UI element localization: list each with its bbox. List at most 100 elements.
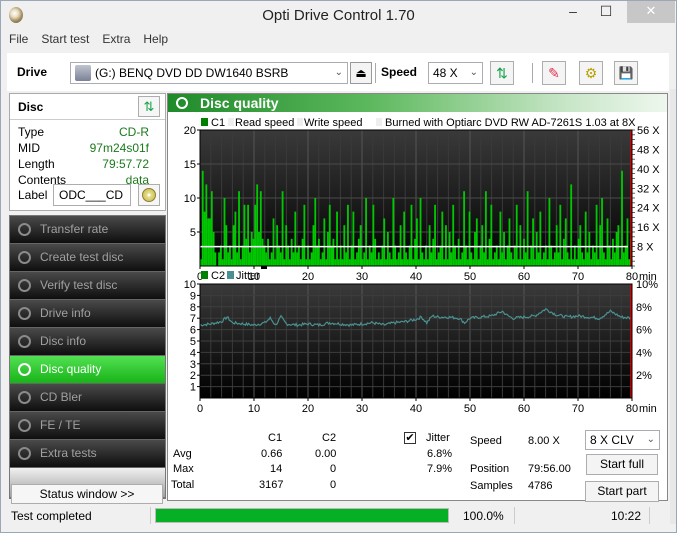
chevron-down-icon: ⌄: [646, 434, 655, 445]
c1-bar: [343, 225, 346, 266]
erase-button[interactable]: ✎: [542, 61, 566, 85]
menu-help[interactable]: Help: [143, 32, 168, 50]
disc-type-value: CD-R: [119, 125, 149, 139]
eject-button[interactable]: ⏏: [350, 62, 372, 84]
refresh-drive-button[interactable]: ⇅: [490, 61, 514, 85]
start-part-button[interactable]: Start part: [585, 481, 659, 502]
test-speed-select[interactable]: 8 X CLV ⌄: [585, 430, 660, 450]
x-tick-label: 80: [626, 403, 638, 415]
jitter-checkbox[interactable]: ✔: [404, 432, 416, 444]
c1-bar: [457, 238, 460, 266]
stats-max-c1: 14: [270, 463, 283, 475]
y-tick-label: 10: [184, 279, 196, 291]
drive-select[interactable]: (G:) BENQ DVD DD DW1640 BSRB ⌄: [70, 62, 348, 84]
toolbar-divider: [375, 63, 376, 83]
c1-bar: [577, 238, 580, 266]
c1-bar: [323, 218, 326, 266]
disc-test-icon: [18, 419, 31, 432]
disc-label-input[interactable]: ODC___CD: [53, 184, 131, 206]
nav-item-disc-info[interactable]: Disc info: [10, 328, 165, 356]
panel-title: Disc quality: [200, 95, 279, 111]
stats-total-label: Total: [171, 479, 195, 491]
c1-bar: [225, 225, 228, 266]
c1-bar: [350, 245, 353, 266]
settings-button[interactable]: ⚙: [579, 61, 603, 85]
menu-file[interactable]: File: [9, 32, 28, 50]
refresh-disc-button[interactable]: ⇅: [138, 96, 160, 117]
c1-bar: [535, 232, 538, 266]
c1-bar: [259, 191, 262, 266]
x-tick-label: 30: [356, 403, 368, 415]
sidebar: Disc ⇅ Type CD-R MID 97m24s01f Length 79…: [9, 93, 166, 499]
c1-bar: [381, 245, 384, 266]
minimize-button[interactable]: ‒: [558, 1, 588, 23]
cd-icon: [142, 188, 156, 202]
nav-item-create-test-disc[interactable]: Create test disc: [10, 244, 165, 272]
nav-item-label: Drive info: [40, 306, 91, 320]
vertical-scrollbar[interactable]: [670, 89, 676, 524]
c1-bar: [287, 245, 289, 266]
legend-swatch-burned: [376, 118, 382, 126]
stats-avg-c2: 0.00: [315, 448, 337, 460]
speed-select[interactable]: 48 X ⌄: [428, 62, 483, 84]
c1-bar: [425, 245, 427, 266]
c1-bar: [526, 191, 529, 266]
c1-bar: [617, 225, 620, 266]
c1-bar: [403, 211, 406, 266]
legend-swatch-read-speed: [228, 118, 234, 126]
c1-bar: [285, 225, 288, 266]
disc-type-row: Type CD-R: [18, 125, 149, 141]
y-tick-label: 10: [184, 193, 196, 205]
speed-label: Speed: [470, 435, 502, 447]
c1-bar: [434, 204, 436, 266]
drive-icon: [75, 65, 91, 81]
c1-bar: [368, 245, 371, 266]
stats-max-jitter: 7.9%: [427, 463, 453, 475]
disc-mid-key: MID: [18, 141, 40, 155]
legend-read-speed: Read speed: [235, 117, 294, 129]
panel-header: Disc quality: [168, 94, 667, 112]
apply-label-button[interactable]: [138, 184, 160, 206]
nav-item-extra-tests[interactable]: Extra tests: [10, 440, 165, 468]
nav-item-cd-bler[interactable]: CD Bler: [10, 384, 165, 412]
c1-bar: [301, 238, 304, 266]
c1-bar: [416, 218, 418, 266]
c1-bar: [219, 245, 222, 266]
c1-bar: [463, 191, 466, 266]
c1-bar: [474, 232, 476, 266]
nav-item-fe-te[interactable]: FE / TE: [10, 412, 165, 440]
nav-item-disc-quality[interactable]: Disc quality: [10, 356, 165, 384]
save-button[interactable]: 💾: [614, 61, 638, 85]
c1-bar: [563, 238, 565, 266]
disc-quality-icon: [176, 97, 188, 109]
close-button[interactable]: ✕: [627, 1, 675, 23]
c1-bar: [579, 225, 582, 266]
start-full-button[interactable]: Start full: [586, 454, 658, 475]
nav-item-verify-test-disc[interactable]: Verify test disc: [10, 272, 165, 300]
c1-bar: [588, 232, 591, 266]
nav-item-transfer-rate[interactable]: Transfer rate: [10, 216, 165, 244]
c1-bar: [316, 245, 318, 266]
c1-bar: [243, 204, 246, 266]
c1-bar: [307, 245, 309, 266]
c1-bar: [479, 245, 482, 266]
stats-max-c2: 0: [330, 463, 337, 475]
status-window-button[interactable]: Status window >>: [11, 484, 163, 504]
nav-item-drive-info[interactable]: Drive info: [10, 300, 165, 328]
x-tick-label: 70: [572, 403, 584, 415]
app-window: Opti Drive Control 1.70 ‒ ☐ ✕ File Start…: [0, 0, 677, 533]
c1-bar: [515, 204, 518, 266]
c1-bar: [452, 204, 455, 266]
c1-bar: [328, 204, 331, 266]
c1-bar: [599, 225, 602, 266]
chevron-down-icon: ⌄: [469, 67, 478, 78]
c1-bar: [441, 211, 444, 266]
c1-bar: [386, 232, 389, 266]
menu-extra[interactable]: Extra: [102, 32, 130, 50]
y2-tick-label: 10%: [636, 279, 658, 291]
c1-bar: [408, 245, 411, 266]
c1-bar: [365, 198, 367, 266]
maximize-button[interactable]: ☐: [591, 1, 621, 23]
menu-start-test[interactable]: Start test: [41, 32, 89, 50]
samples-value: 4786: [528, 480, 553, 492]
